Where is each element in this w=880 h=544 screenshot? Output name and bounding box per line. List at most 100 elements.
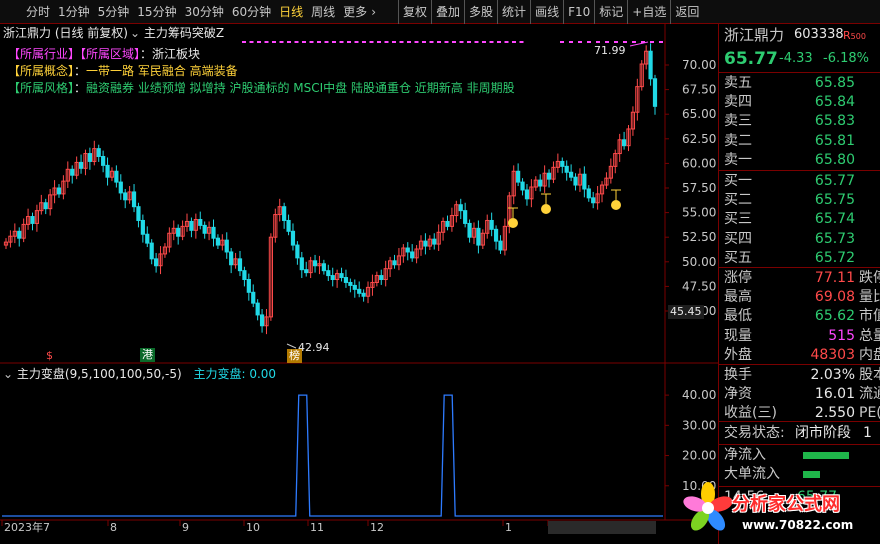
signal-dash [309, 41, 314, 43]
info-tag-style: 【所属风格】 [8, 81, 75, 95]
toolbar-action-6[interactable]: 标记 [594, 0, 627, 24]
signal-dash [632, 41, 636, 43]
indicator-axis-label: 40.00 [682, 388, 716, 402]
period-tab-8[interactable]: 更多 [339, 0, 371, 24]
stock-chart-title: 浙江鼎力 (日线 前复权) [3, 26, 128, 40]
stat2-row-1: 净资 16.01流通 [719, 385, 880, 404]
bid-row-2: 买二 65.75 [719, 191, 880, 210]
trade-status-label: 交易状态: [724, 425, 785, 441]
period-tab-2[interactable]: 5分钟 [94, 0, 134, 24]
toolbar-action-3[interactable]: 统计 [497, 0, 530, 24]
period-tab-4[interactable]: 30分钟 [181, 0, 228, 24]
period-tab-6[interactable]: 日线 [275, 0, 307, 24]
toolbar-action-0[interactable]: 复权 [398, 0, 431, 24]
signal-dash [264, 41, 269, 43]
candle-body [586, 188, 591, 199]
toolbar-action-2[interactable]: 多股 [464, 0, 497, 24]
toolbar-action-7[interactable]: +自选 [627, 0, 670, 24]
stat-row-2: 最低 65.62市值 [719, 307, 880, 326]
candle-body [564, 165, 569, 173]
indicator-axis-label: 30.00 [682, 418, 716, 432]
stat2-row-0-value: 2.03% [810, 367, 855, 383]
stat-row-1-value: 69.08 [814, 289, 855, 306]
candle-body [30, 216, 35, 224]
signal-dash [605, 41, 609, 43]
period-tab-1[interactable]: 1分钟 [54, 0, 94, 24]
candle-body [259, 314, 265, 327]
candle-body [339, 273, 344, 279]
trade-status-row: 交易状态: 闭市阶段 1 [719, 424, 880, 443]
price-axis-label: 62.50 [682, 132, 716, 146]
chart-canvas[interactable]: 70.00 67.50 65.00 62.50 60.00 57.50 55.00 52.50… [0, 24, 718, 544]
candle-body [246, 279, 251, 293]
signal-dash [422, 41, 426, 43]
chevron-down-icon[interactable]: ⌄ [3, 367, 13, 381]
candle-body [202, 224, 207, 234]
money-bag-icon [541, 204, 551, 214]
info-line-industry: 【所属行业】【所属区域】：浙江板块 [8, 47, 200, 61]
ask-row-1-value: 65.85 [814, 75, 855, 91]
stat2-row-2: 收益(三) 2.550PE(动 [719, 404, 880, 423]
signal-dash [324, 41, 329, 43]
last-price: 65.77 [724, 49, 778, 69]
ask-row-1-label: 卖五 [724, 75, 752, 91]
signal-dash [578, 41, 582, 43]
date-axis-label: 8 [110, 521, 117, 534]
candle-body [352, 284, 357, 290]
divider [719, 72, 880, 73]
toolbar-action-5[interactable]: F10 [563, 0, 594, 24]
candle-body [516, 170, 521, 183]
signal-dash [399, 41, 404, 43]
candle-body [312, 260, 318, 267]
stat-row-2-label: 最低 [724, 308, 752, 325]
ask-row-5-value: 65.80 [814, 151, 855, 168]
signal-dash [414, 41, 419, 43]
candle-body [410, 251, 415, 259]
signal-dash [407, 41, 411, 43]
signal-dash [512, 41, 516, 43]
signal-dash [623, 41, 627, 43]
stat-row-1: 最高 69.08量比 [719, 288, 880, 307]
candle-body [255, 302, 260, 316]
more-arrow-icon[interactable]: › [371, 0, 380, 24]
money-bag-icon [611, 200, 621, 210]
signal-dash [249, 41, 254, 43]
signal-dash [377, 41, 381, 43]
info-tag-region: 【所属区域】 [80, 47, 141, 61]
toolbar-action-4[interactable]: 画线 [530, 0, 563, 24]
candle-body [136, 206, 141, 221]
candle-body [423, 240, 428, 247]
candle-body [348, 281, 353, 286]
candle-body [299, 257, 304, 271]
period-tab-5[interactable]: 60分钟 [228, 0, 275, 24]
candle-body [405, 247, 410, 253]
period-toolbar: 分时 1分钟 5分钟 15分钟 30分钟 60分钟 日线 周线 更多 › 复权 叠加 多股 统计 画线 F10… [0, 0, 880, 24]
bid-row-3-value: 65.74 [814, 211, 855, 228]
bid-row-4-value: 65.73 [814, 230, 855, 247]
stat-row-2-value: 65.62 [814, 308, 855, 325]
candle-body [290, 230, 296, 246]
stat-row-3-label2: 总量 [859, 327, 880, 344]
signal-dash [392, 41, 396, 43]
toolbar-action-1[interactable]: 叠加 [431, 0, 464, 24]
indicator-selector[interactable]: ⌄ 主力筹码突破Z [130, 26, 224, 40]
bid-row-4: 买四 65.73 [719, 230, 880, 249]
price-change: -4.33 [779, 51, 813, 66]
price-row: 65.77 -4.33 -6.18% [719, 46, 880, 72]
signal-dash [339, 41, 344, 43]
period-tab-3[interactable]: 15分钟 [133, 0, 180, 24]
toolbar-action-8[interactable]: 返回 [670, 0, 703, 24]
candle-body [295, 244, 300, 259]
info-tag-industry: 【所属行业】 [8, 47, 81, 61]
stat2-row-0-label: 换手 [724, 367, 752, 383]
kline-chart[interactable]: 70.00 67.50 65.00 62.50 60.00 57.50 55.00 52.50… [0, 24, 718, 544]
period-tab-7[interactable]: 周线 [307, 0, 339, 24]
stat-row-3-value: 515 [828, 327, 855, 344]
stock-code: 603338 [794, 27, 844, 42]
period-tab-0[interactable]: 分时 [22, 0, 54, 24]
signal-dash [504, 41, 509, 43]
signal-dash [474, 41, 479, 43]
stat-row-1-label2: 量比 [859, 289, 880, 306]
bid-row-5: 买五 65.72 [719, 249, 880, 268]
signal-dash [659, 41, 663, 43]
